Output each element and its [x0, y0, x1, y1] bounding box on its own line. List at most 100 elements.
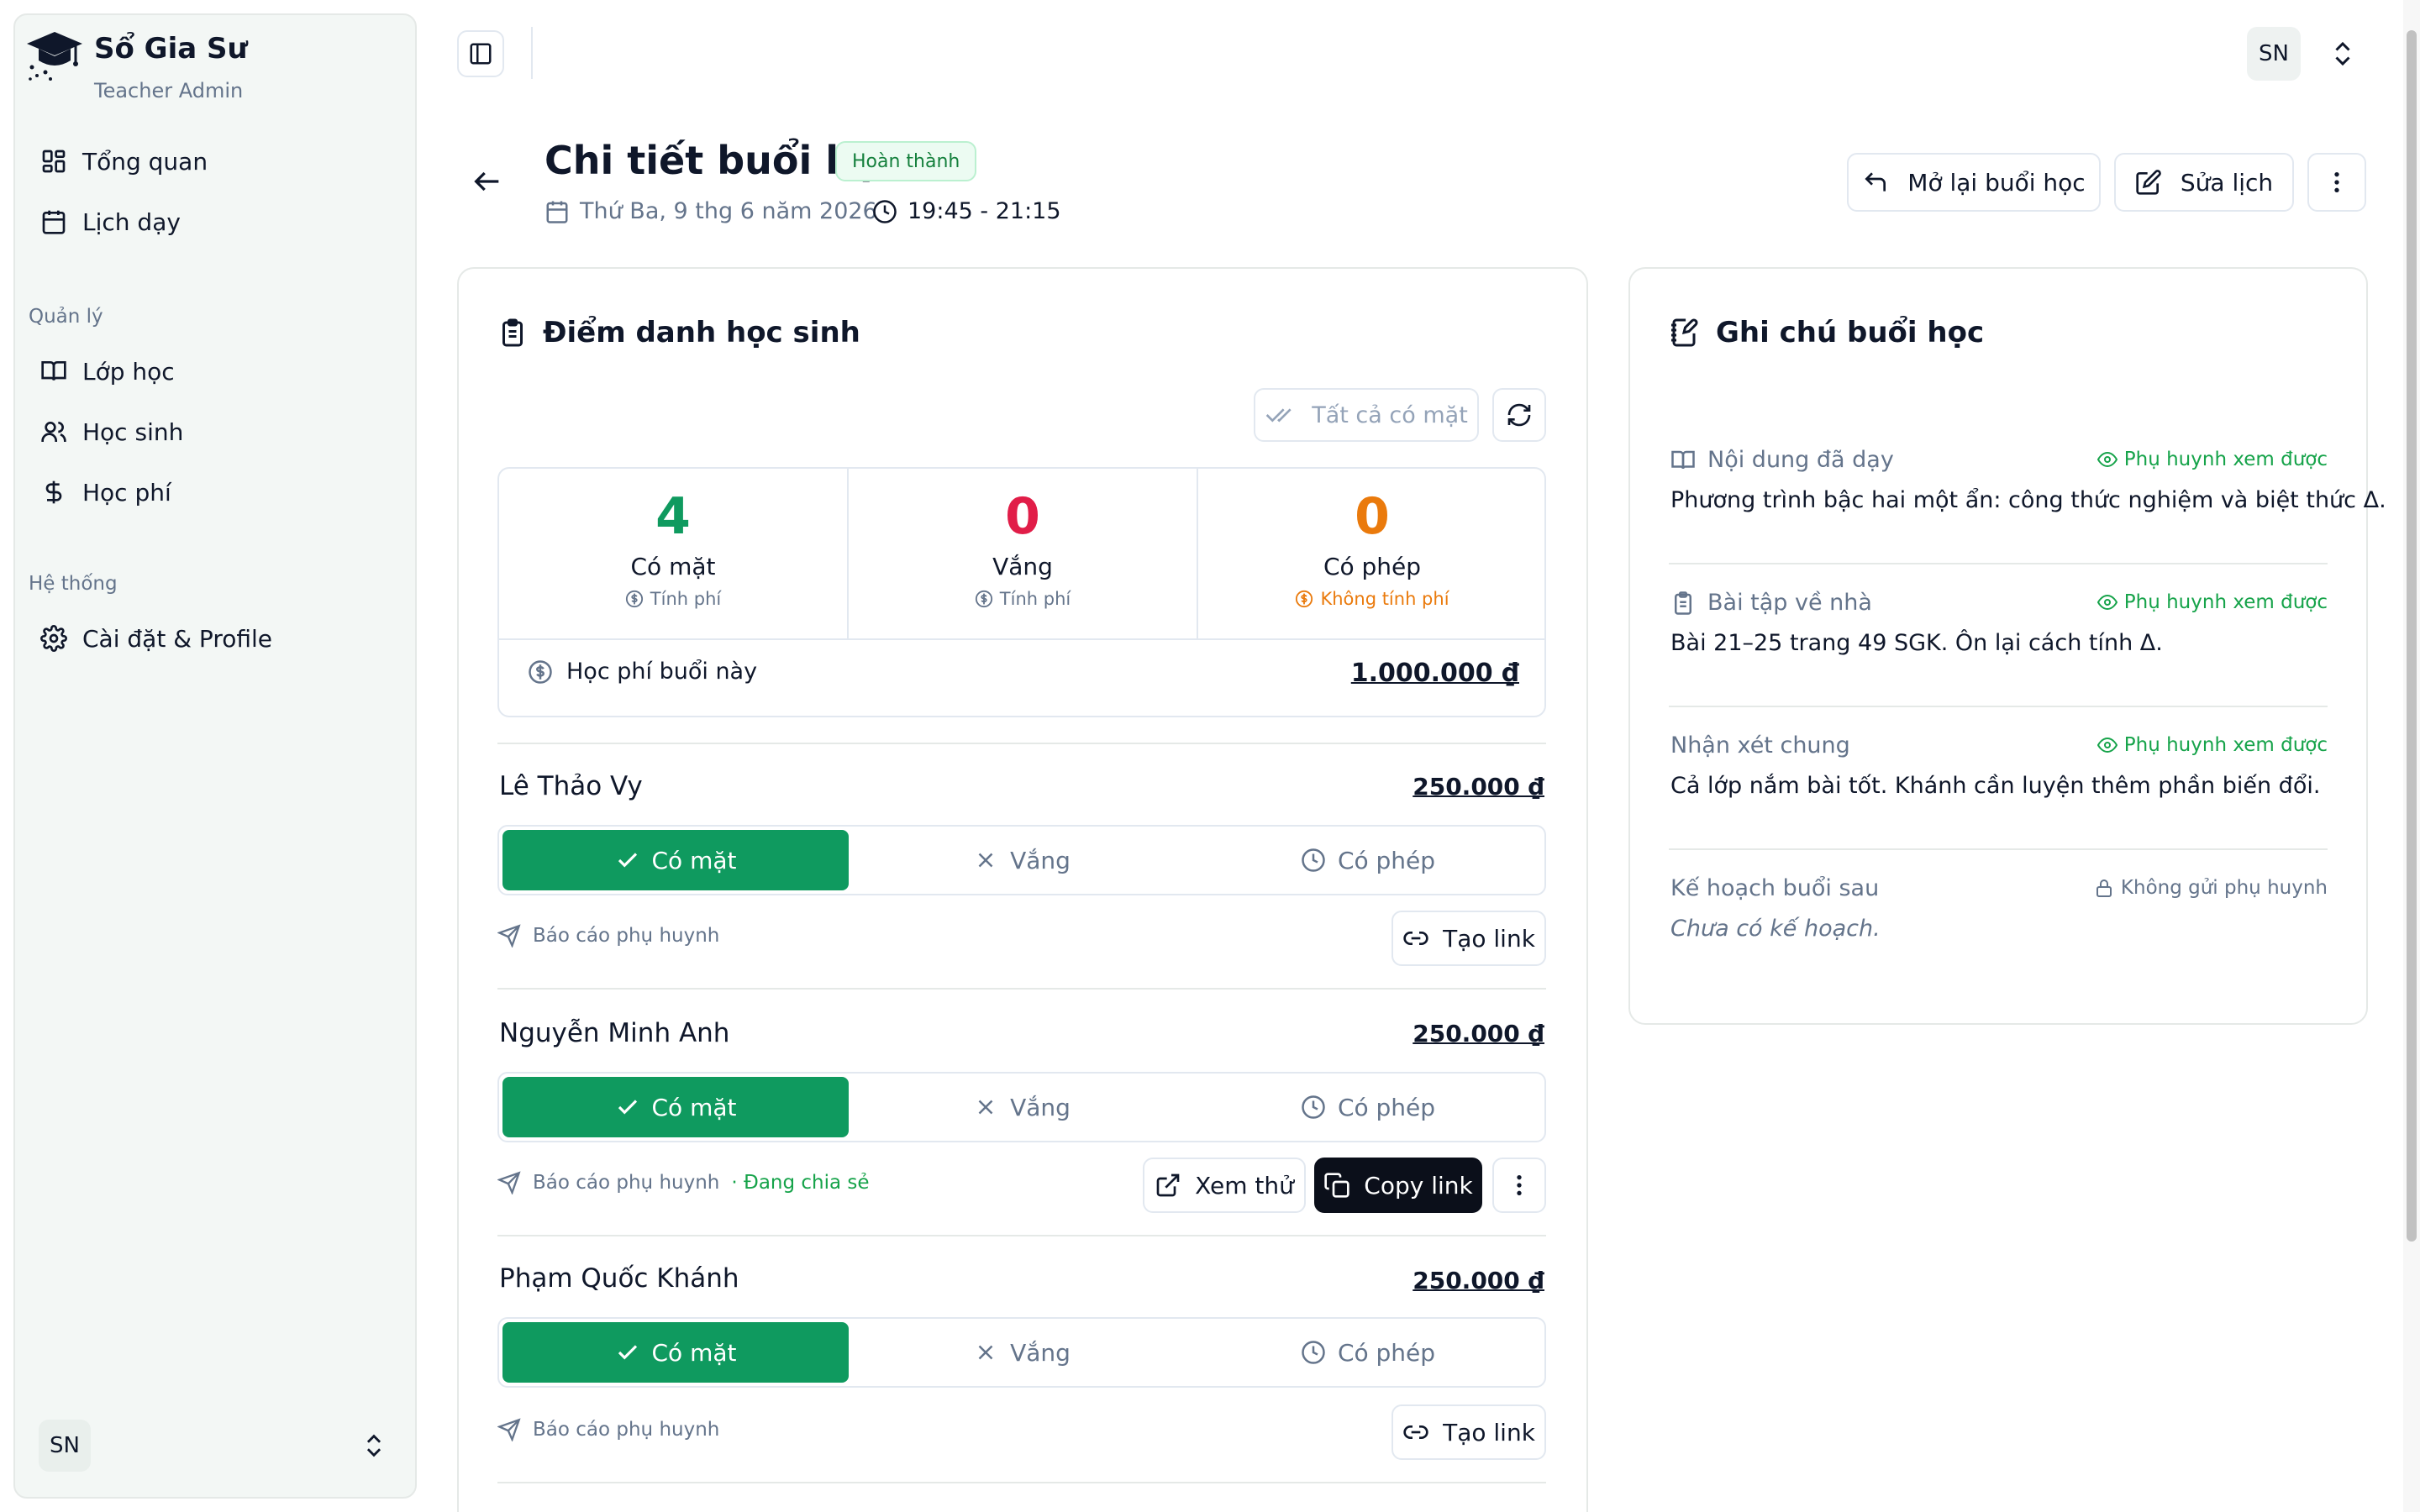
attendance-toggle: Có mặt Vắng Có phép	[497, 1317, 1546, 1388]
stat-value: 0	[1355, 487, 1390, 546]
calendar-icon	[42, 210, 66, 234]
notes-title: Ghi chú buổi học	[1716, 316, 1985, 349]
preview-button[interactable]: Xem thử	[1143, 1158, 1306, 1213]
lock-icon	[2096, 879, 2112, 897]
copy-icon	[1324, 1173, 1349, 1198]
parent-report-status: Báo cáo phụ huynh	[497, 924, 719, 948]
attendance-toggle: Có mặt Vắng Có phép	[497, 825, 1546, 895]
scrollbar-thumb[interactable]	[2407, 30, 2417, 1242]
divider	[497, 1482, 1546, 1483]
divider	[497, 988, 1546, 990]
sidebar-user-avatar[interactable]: SN	[39, 1420, 91, 1472]
attendance-toggle: Có mặt Vắng Có phép	[497, 1072, 1546, 1142]
coin-icon	[1296, 590, 1313, 608]
attendance-header: Điểm danh học sinh	[497, 316, 860, 349]
check-check-icon	[1265, 408, 1292, 423]
dashboard-icon	[42, 150, 66, 173]
more-actions-button[interactable]	[2307, 153, 2366, 212]
excused-option[interactable]: Có phép	[1195, 1322, 1541, 1383]
calendar-icon	[546, 201, 568, 223]
stat-value: 0	[1005, 487, 1040, 546]
sidebar-item-label: Học phí	[82, 478, 171, 507]
x-icon	[978, 1345, 993, 1360]
student-fee: 250.000 ₫	[1413, 1267, 1544, 1294]
check-icon	[618, 1100, 637, 1115]
gear-icon	[40, 625, 67, 652]
excused-option[interactable]: Có phép	[1195, 830, 1541, 890]
clipboard-list-icon	[502, 318, 523, 347]
excused-option[interactable]: Có phép	[1195, 1077, 1541, 1137]
undo-icon	[1865, 172, 1886, 192]
parent-report-status: Báo cáo phụ huynh	[497, 1418, 719, 1441]
report-more-button[interactable]	[1492, 1158, 1546, 1213]
clock-icon	[1302, 1341, 1325, 1364]
sidebar-toggle-button[interactable]	[457, 30, 504, 77]
edit-icon	[2136, 170, 2161, 195]
note-title: Nội dung đã dạy	[1670, 447, 1894, 473]
more-vertical-icon	[2334, 172, 2339, 192]
chevrons-up-down-icon[interactable]	[2328, 39, 2358, 69]
panel-left-icon	[470, 43, 492, 65]
mark-all-present-button[interactable]: Tất cả có mặt	[1254, 388, 1479, 442]
reopen-session-button[interactable]: Mở lại buổi học	[1847, 153, 2101, 212]
refresh-icon	[1507, 403, 1531, 427]
section-label-manage: Quản lý	[29, 306, 103, 328]
stat-present: 4 Có mặt Tính phí	[499, 469, 847, 638]
clock-icon	[1302, 1095, 1325, 1119]
stat-absent: 0 Vắng Tính phí	[849, 469, 1197, 638]
topbar-user-avatar[interactable]: SN	[2247, 27, 2301, 81]
sidebar-item-students[interactable]: Học sinh	[25, 407, 395, 457]
student-name: Nguyễn Minh Anh	[499, 1018, 730, 1048]
back-arrow-icon[interactable]	[471, 165, 504, 198]
absent-option[interactable]: Vắng	[849, 830, 1195, 890]
sidebar-item-schedule[interactable]: Lịch dạy	[25, 197, 395, 247]
sidebar-item-settings[interactable]: Cài đặt & Profile	[25, 613, 395, 664]
parent-visible-indicator: Phụ huynh xem được	[2096, 734, 2328, 756]
note-content: Bài 21–25 trang 49 SGK. Ôn lại cách tính…	[1670, 630, 2163, 656]
dollar-icon	[45, 480, 62, 504]
create-link-button[interactable]: Tạo link	[1392, 911, 1546, 966]
copy-link-button[interactable]: Copy link	[1314, 1158, 1482, 1213]
coin-icon	[529, 659, 552, 684]
users-icon	[41, 422, 66, 442]
send-icon	[497, 1171, 521, 1194]
check-icon	[618, 853, 637, 868]
sidebar-item-label: Học sinh	[82, 417, 184, 446]
note-content: Cả lớp nắm bài tốt. Khánh cần luyện thêm…	[1670, 773, 2321, 799]
present-option[interactable]: Có mặt	[502, 830, 849, 890]
note-title: Bài tập về nhà	[1670, 590, 1872, 616]
x-icon	[978, 853, 993, 868]
sidebar-item-dashboard[interactable]: Tổng quan	[25, 136, 395, 186]
parent-report-status: Báo cáo phụ huynh · Đang chia sẻ	[497, 1171, 870, 1194]
clock-icon	[873, 199, 897, 223]
absent-option[interactable]: Vắng	[849, 1077, 1195, 1137]
session-time: 19:45 - 21:15	[872, 198, 1061, 224]
chevrons-up-down-icon[interactable]	[360, 1431, 388, 1460]
divider	[1669, 706, 2328, 707]
divider	[497, 1235, 1546, 1236]
session-time-text: 19:45 - 21:15	[908, 198, 1061, 224]
book-icon	[41, 361, 66, 381]
refresh-button[interactable]	[1492, 388, 1546, 442]
send-icon	[497, 1418, 521, 1441]
stat-value: 4	[655, 487, 691, 546]
present-option[interactable]: Có mặt	[502, 1322, 849, 1383]
sidebar-item-tuition[interactable]: Học phí	[25, 467, 395, 517]
parent-visible-indicator: Phụ huynh xem được	[2096, 449, 2328, 470]
edit-schedule-button[interactable]: Sửa lịch	[2114, 153, 2294, 212]
check-icon	[618, 1345, 637, 1360]
student-fee: 250.000 ₫	[1413, 1020, 1544, 1047]
stat-note: Không tính phí	[1295, 589, 1449, 609]
sidebar-item-classes[interactable]: Lớp học	[25, 346, 395, 396]
create-link-button[interactable]: Tạo link	[1392, 1404, 1546, 1460]
more-vertical-icon	[1517, 1175, 1522, 1195]
divider	[497, 743, 1546, 744]
present-option[interactable]: Có mặt	[502, 1077, 849, 1137]
absent-option[interactable]: Vắng	[849, 1322, 1195, 1383]
student-name: Lê Thảo Vy	[499, 771, 643, 801]
note-title: Kế hoạch buổi sau	[1670, 875, 1880, 901]
divider	[1669, 563, 2328, 564]
topbar-divider	[531, 27, 533, 79]
graduation-cap-logo-icon	[25, 25, 84, 84]
attendance-stats: 4 Có mặt Tính phí 0 Vắng Tính phí 0 Có p…	[497, 467, 1546, 717]
